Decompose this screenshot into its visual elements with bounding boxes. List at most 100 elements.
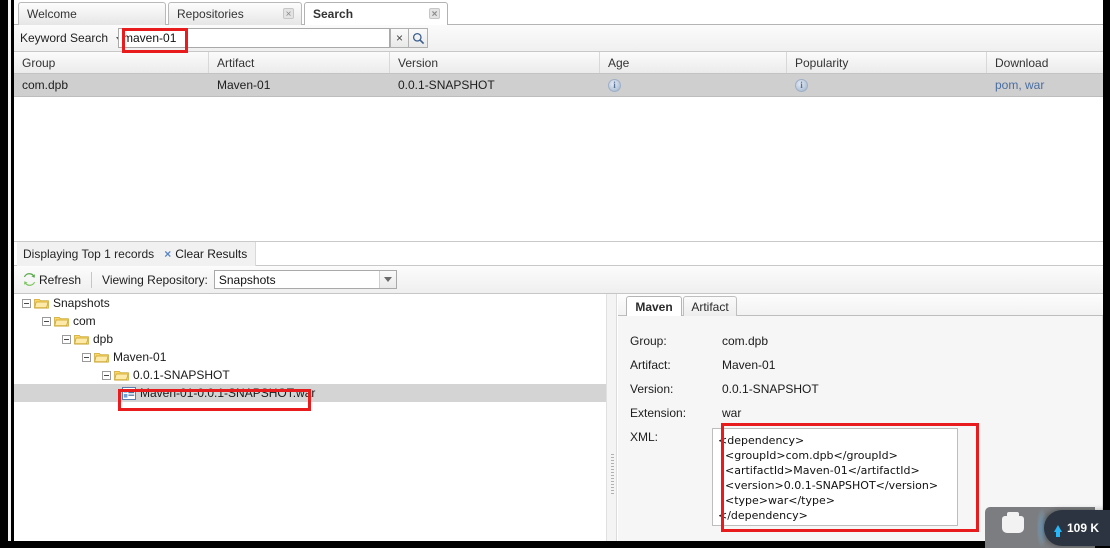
field-artifact-label: Artifact: [630, 358, 671, 372]
results-status-bar: Displaying Top 1 records × Clear Results [14, 242, 1103, 266]
field-group-value: com.dpb [722, 334, 769, 348]
detail-tabstrip: Maven Artifact [618, 294, 1103, 316]
field-xml-label: XML: [630, 430, 659, 444]
field-version-value: 0.0.1-SNAPSHOT [722, 382, 819, 396]
tree-node-label: 0.0.1-SNAPSHOT [133, 368, 230, 382]
tab-maven[interactable]: Maven [626, 296, 682, 316]
tree-node-label: Maven-01 [113, 350, 167, 364]
field-extension-value: war [722, 406, 742, 420]
main-tabstrip: Welcome Repositories × Search × [14, 0, 1103, 25]
results-grid-empty-area [14, 97, 1103, 242]
refresh-button[interactable]: Refresh [22, 272, 81, 287]
field-artifact-value: Maven-01 [722, 358, 776, 372]
chevron-down-glyph [383, 277, 392, 282]
info-icon[interactable]: i [795, 78, 808, 92]
folder-icon [74, 334, 89, 345]
splitter-grip[interactable] [611, 454, 614, 496]
results-count-label: Displaying Top 1 records [23, 247, 155, 261]
search-input[interactable] [118, 28, 390, 48]
tab-search[interactable]: Search × [304, 2, 448, 25]
tree-collapse-icon[interactable] [42, 316, 51, 326]
table-row[interactable]: com.dpb Maven-01 0.0.1-SNAPSHOT i i pom,… [14, 74, 1103, 97]
tab-welcome-label: Welcome [27, 7, 77, 21]
tab-artifact[interactable]: Artifact [683, 296, 737, 316]
cell-popularity: i [787, 74, 987, 96]
repository-select-value: Snapshots [218, 272, 276, 287]
window-chrome-bottom [0, 541, 1110, 548]
tree-node-label: com [73, 314, 96, 328]
tree-node-snapshots[interactable]: Snapshots [14, 294, 606, 312]
column-header-artifact[interactable]: Artifact [209, 52, 390, 73]
field-group: Group: com.dpb [618, 332, 1103, 350]
window-chrome-right [1103, 0, 1110, 548]
tree-node-war-file[interactable]: Maven-01-0.0.1-SNAPSHOT.war [14, 384, 606, 402]
tree-collapse-icon[interactable] [62, 334, 71, 344]
search-toolbar: Keyword Search × [14, 25, 1103, 52]
tree-node-label: Maven-01-0.0.1-SNAPSHOT.war [140, 386, 316, 400]
results-status-inner: Displaying Top 1 records × Clear Results [17, 242, 257, 266]
clear-results-button[interactable]: Clear Results [175, 247, 247, 261]
field-artifact: Artifact: Maven-01 [618, 356, 1103, 374]
tree-node-label: dpb [93, 332, 114, 346]
main-content: Welcome Repositories × Search × Keyword … [14, 0, 1110, 548]
usb-drive-icon [1002, 512, 1024, 533]
refresh-icon [23, 273, 36, 286]
tab-search-close-icon[interactable]: × [429, 8, 440, 20]
repository-select[interactable]: Snapshots [213, 270, 397, 289]
tab-artifact-label: Artifact [691, 299, 729, 314]
tab-repositories-close-icon[interactable]: × [283, 8, 294, 20]
tree-node-maven-01[interactable]: Maven-01 [14, 348, 606, 366]
field-version-label: Version: [630, 382, 674, 396]
network-rate-widget[interactable]: 109 K [1044, 510, 1110, 546]
column-header-age[interactable]: Age [600, 52, 787, 73]
results-grid-header: Group Artifact Version Age Popularity Do… [14, 52, 1103, 74]
field-version: Version: 0.0.1-SNAPSHOT [618, 380, 1103, 398]
column-header-download[interactable]: Download [987, 52, 1103, 73]
cell-version: 0.0.1-SNAPSHOT [398, 78, 495, 92]
tree-node-version[interactable]: 0.0.1-SNAPSHOT [14, 366, 606, 384]
download-links[interactable]: pom, war [995, 78, 1044, 92]
keyword-search-text: Keyword Search [20, 31, 109, 45]
toolbar-separator [91, 271, 93, 288]
chevron-down-icon[interactable] [378, 271, 396, 288]
viewing-repository-label: Viewing Repository: [102, 272, 208, 287]
network-rate-label: 109 K [1067, 521, 1100, 535]
repository-toolbar: Refresh Viewing Repository: Snapshots [14, 266, 1103, 294]
field-extension-label: Extension: [630, 406, 687, 420]
column-header-version[interactable]: Version [390, 52, 600, 73]
cell-artifact: Maven-01 [217, 78, 271, 92]
folder-icon [34, 298, 49, 309]
panel-splitter[interactable] [606, 294, 617, 541]
xml-snippet[interactable]: <dependency> <groupId>com.dpb</groupId> … [712, 428, 958, 526]
folder-icon [94, 352, 109, 363]
column-header-popularity[interactable]: Popularity [787, 52, 987, 73]
tree-node-dpb[interactable]: dpb [14, 330, 606, 348]
refresh-label: Refresh [39, 272, 82, 287]
application-window: Welcome Repositories × Search × Keyword … [0, 0, 1110, 548]
search-submit-button[interactable] [408, 28, 428, 48]
field-extension: Extension: war [618, 404, 1103, 422]
tab-welcome[interactable]: Welcome [18, 2, 166, 25]
cell-group: com.dpb [22, 78, 69, 92]
tree-collapse-icon[interactable] [82, 352, 91, 362]
tree-collapse-icon[interactable] [102, 370, 111, 380]
info-icon[interactable]: i [608, 78, 621, 92]
field-group-label: Group: [630, 334, 667, 348]
tab-search-label: Search [313, 7, 354, 21]
folder-icon [54, 316, 69, 327]
tree-collapse-icon[interactable] [22, 298, 31, 308]
folder-icon [114, 370, 129, 381]
cell-download: pom, war [987, 74, 1103, 96]
tree-node-com[interactable]: com [14, 312, 606, 330]
magnifier-icon [412, 32, 424, 44]
tab-repositories-label: Repositories [177, 7, 244, 21]
cell-age: i [600, 74, 787, 96]
clear-search-button[interactable]: × [390, 28, 408, 48]
keyword-search-label[interactable]: Keyword Search [20, 31, 123, 45]
tab-maven-label: Maven [635, 299, 673, 314]
artifact-file-icon [122, 386, 136, 400]
tab-repositories[interactable]: Repositories × [168, 2, 302, 25]
clear-results-x-icon[interactable]: × [164, 247, 171, 261]
repository-tree[interactable]: Snapshots com dpb Maven-01 0.0.1-SNAPSHO… [14, 294, 606, 541]
column-header-group[interactable]: Group [14, 52, 209, 73]
